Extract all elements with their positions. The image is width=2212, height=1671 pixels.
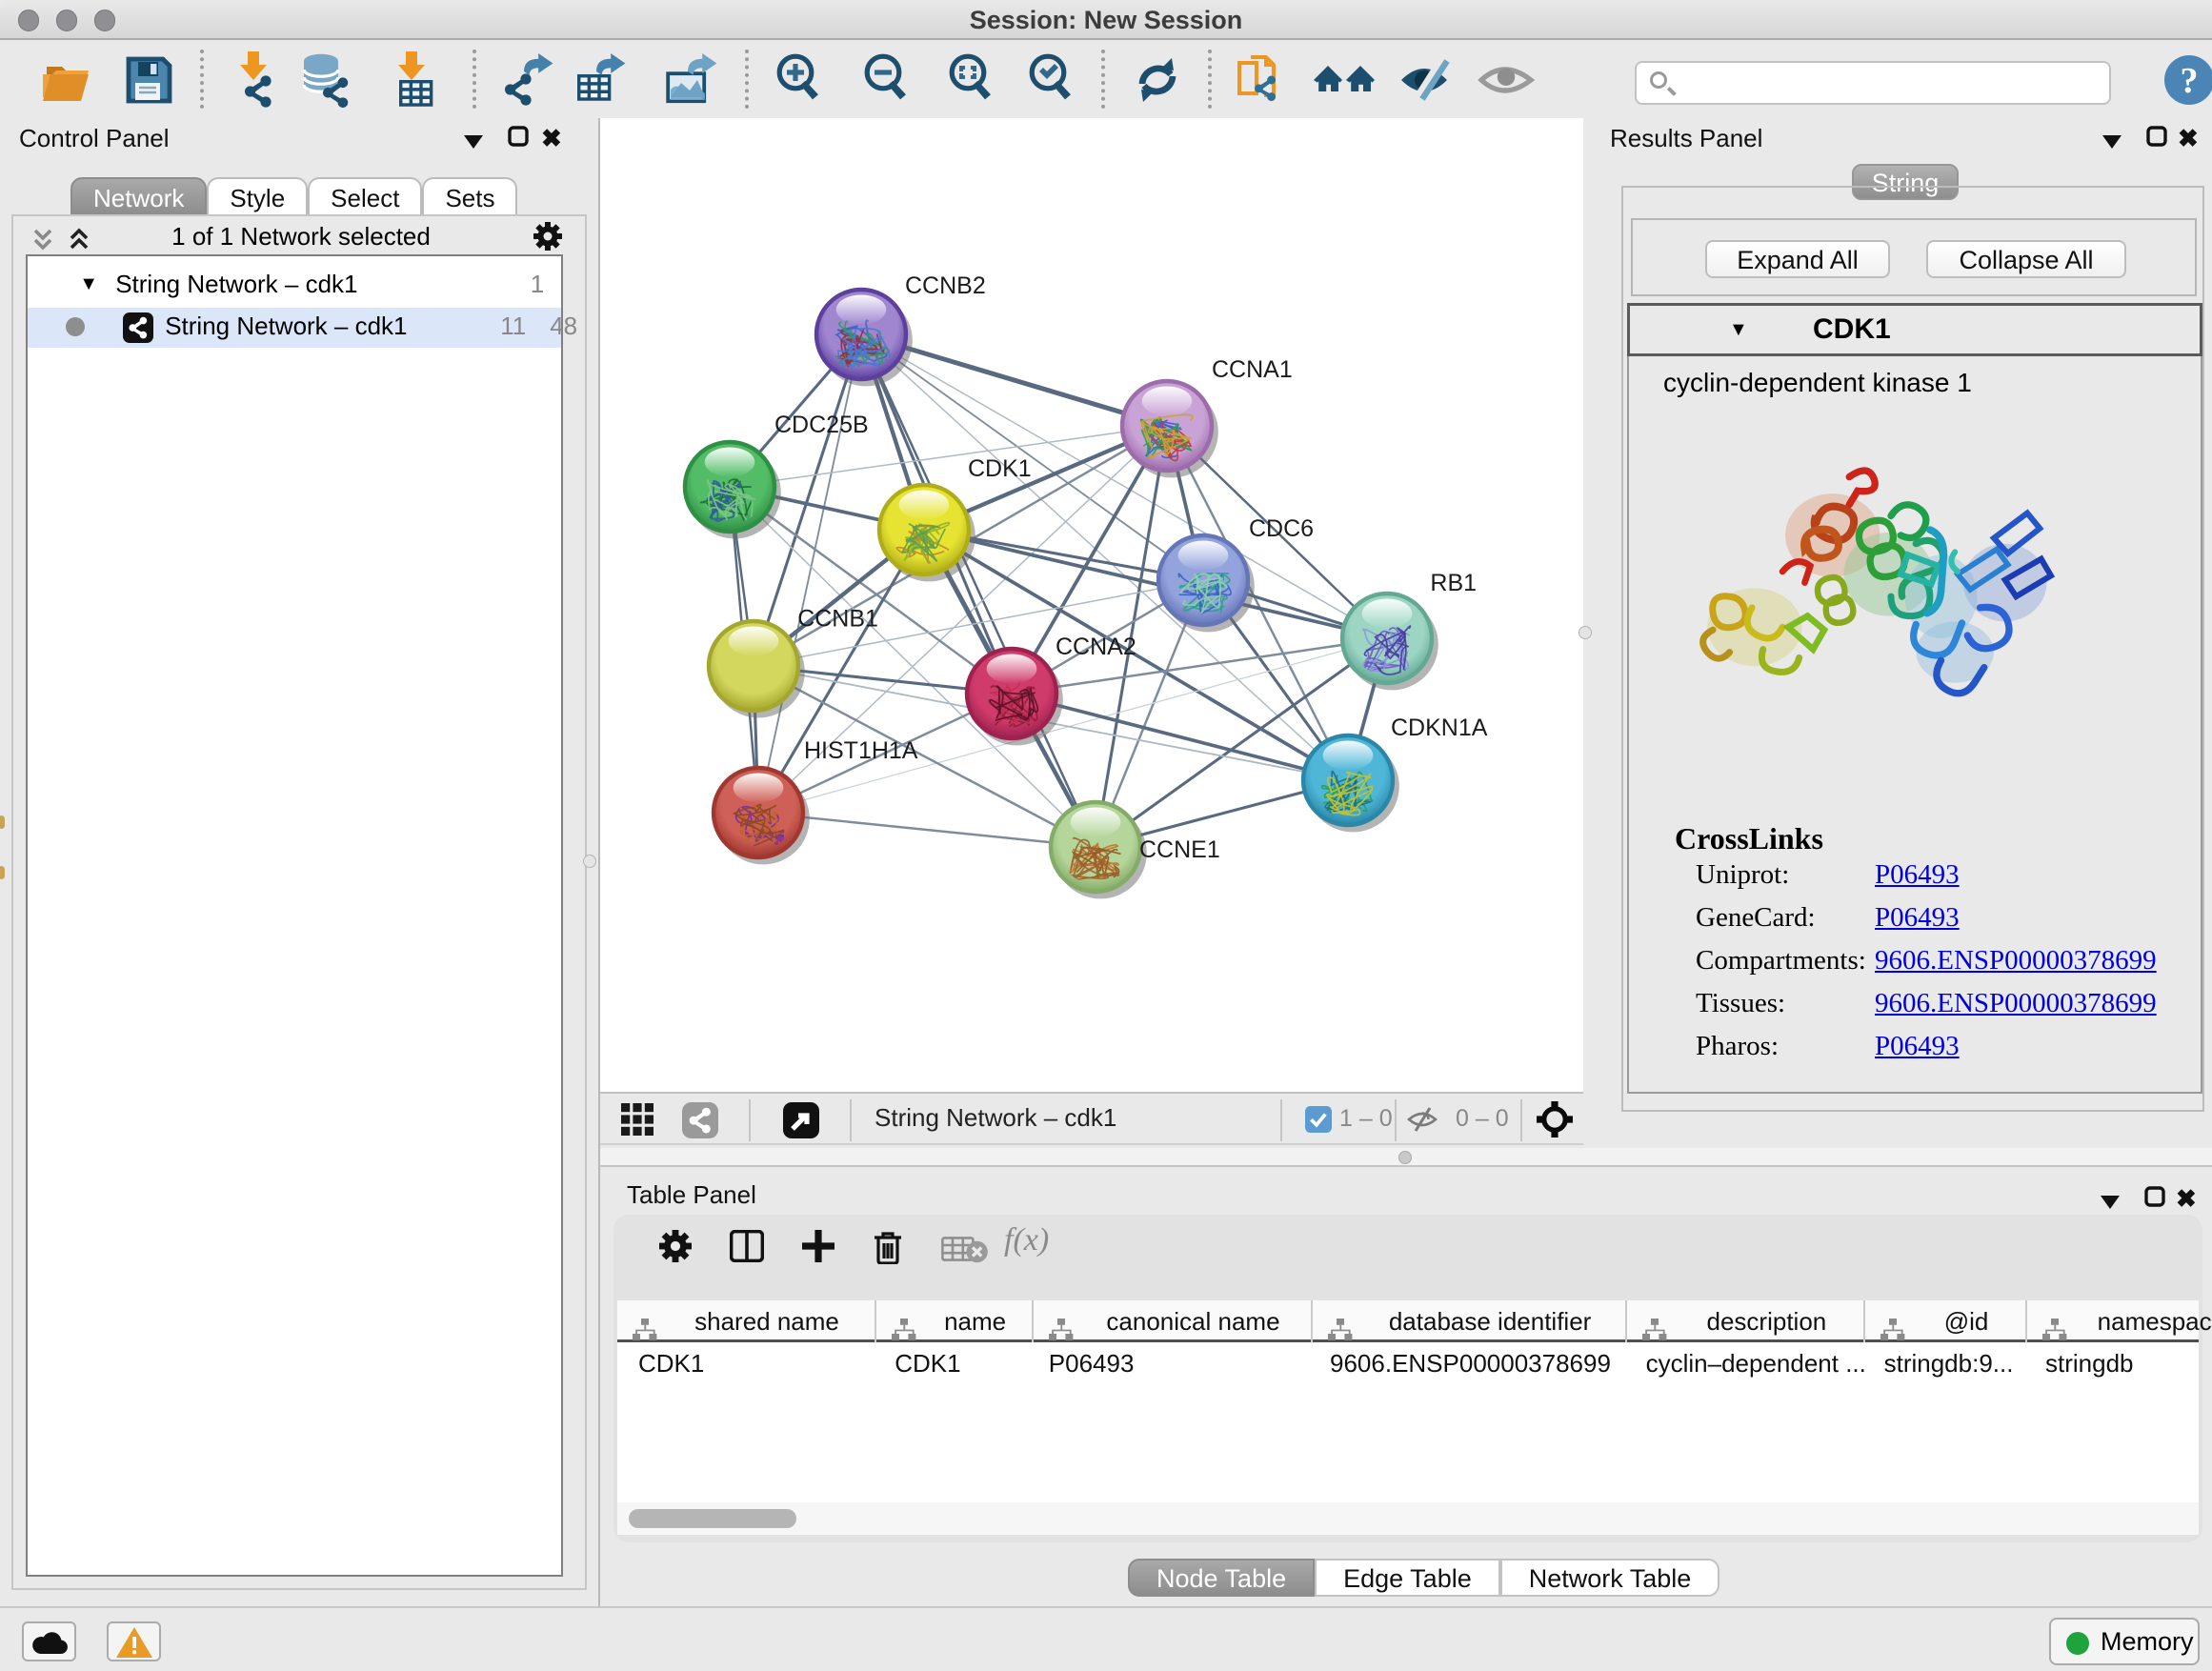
svg-text:CCNB1: CCNB1 — [797, 605, 878, 632]
svg-text:?: ? — [2181, 61, 2199, 101]
svg-text:CCNA2: CCNA2 — [1056, 634, 1136, 660]
svg-text:RB1: RB1 — [1430, 570, 1477, 596]
svg-text:HIST1H1A: HIST1H1A — [804, 737, 918, 764]
svg-text:CDKN1A: CDKN1A — [1391, 715, 1488, 741]
svg-text:CDK1: CDK1 — [968, 455, 1032, 482]
svg-text:CDC25B: CDC25B — [774, 412, 869, 438]
svg-text:CDC6: CDC6 — [1249, 515, 1314, 542]
svg-text:CCNA1: CCNA1 — [1212, 356, 1293, 383]
svg-text:CCNE1: CCNE1 — [1139, 836, 1220, 863]
svg-text:CCNB2: CCNB2 — [905, 272, 986, 299]
